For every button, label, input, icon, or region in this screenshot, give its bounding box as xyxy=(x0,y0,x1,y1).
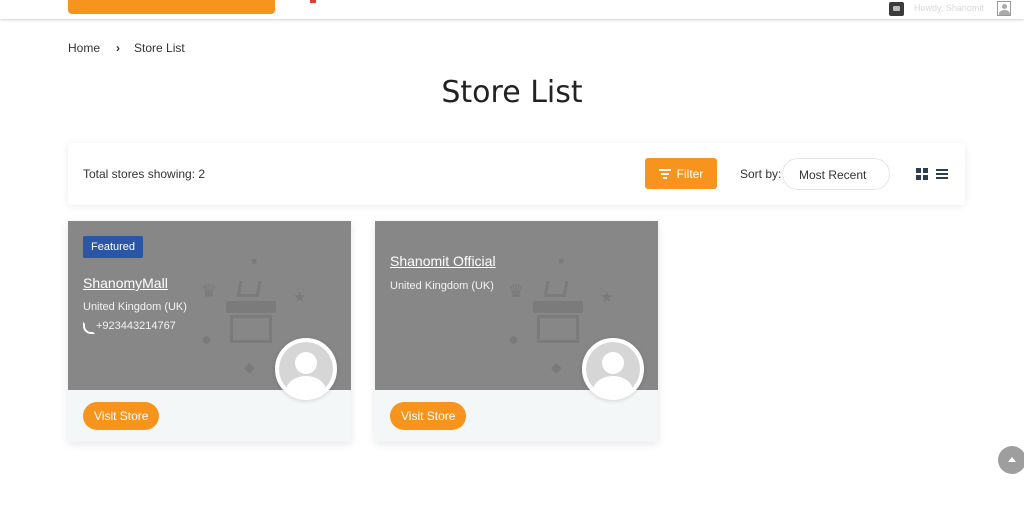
total-stores-text: Total stores showing: 2 xyxy=(83,167,206,181)
bag-icon: ◆ xyxy=(244,359,255,375)
featured-badge: Featured xyxy=(83,236,144,258)
scroll-to-top-button[interactable] xyxy=(998,446,1024,474)
filter-button[interactable]: Filter xyxy=(645,158,717,189)
header-orange-button[interactable] xyxy=(68,0,275,14)
bag-icon: ◆ xyxy=(551,359,562,375)
howdy-text[interactable]: Howdy, Shanomit xyxy=(914,3,984,13)
shop-cart-icon xyxy=(533,281,583,343)
breadcrumb-separator-icon: › xyxy=(116,41,121,55)
crown-icon: ♛ xyxy=(508,281,525,301)
breadcrumb: Home › Store List xyxy=(68,41,185,55)
store-avatar[interactable] xyxy=(582,338,644,400)
store-card: ▪ ♛ ★ ● ◆ Featured ShanomyMall United Ki… xyxy=(68,221,351,442)
store-location: United Kingdom (UK) xyxy=(83,301,187,313)
visit-store-button[interactable]: Visit Store xyxy=(390,402,467,430)
star-icon: ★ xyxy=(293,289,307,306)
gift-icon: ▪ xyxy=(251,251,258,271)
message-icon[interactable] xyxy=(889,2,904,16)
header-red-mark xyxy=(310,0,316,3)
top-bar: Howdy, Shanomit xyxy=(0,0,1024,19)
phone-icon xyxy=(83,322,92,331)
shop-cart-icon xyxy=(226,281,276,343)
list-view-icon[interactable] xyxy=(936,168,948,180)
visit-store-button[interactable]: Visit Store xyxy=(83,402,160,430)
crown-icon: ♛ xyxy=(201,281,218,301)
filter-button-label: Filter xyxy=(676,166,704,181)
store-phone-number: +923443214767 xyxy=(96,320,176,332)
sort-by-select[interactable]: Most Recent xyxy=(782,158,890,190)
mug-icon: ● xyxy=(201,329,212,349)
mug-icon: ● xyxy=(508,329,519,349)
star-icon: ★ xyxy=(600,289,614,306)
gift-icon: ▪ xyxy=(558,251,565,271)
store-name-link[interactable]: Shanomit Official xyxy=(390,253,496,269)
filter-icon xyxy=(658,169,671,179)
breadcrumb-home-link[interactable]: Home xyxy=(68,41,100,55)
store-name-link[interactable]: ShanomyMall xyxy=(83,275,168,291)
user-avatar-icon[interactable] xyxy=(997,1,1011,16)
store-list-toolbar: Total stores showing: 2 Filter Sort by: … xyxy=(68,143,965,205)
store-avatar[interactable] xyxy=(275,338,337,400)
page-title: Store List xyxy=(441,75,583,110)
grid-view-icon[interactable] xyxy=(916,168,928,180)
store-location: United Kingdom (UK) xyxy=(390,280,494,292)
sort-by-label: Sort by: xyxy=(740,167,782,181)
breadcrumb-current: Store List xyxy=(134,41,185,55)
store-card: ▪ ♛ ★ ● ◆ Shanomit Official United Kingd… xyxy=(375,221,658,442)
store-phone: +923443214767 xyxy=(83,320,176,332)
